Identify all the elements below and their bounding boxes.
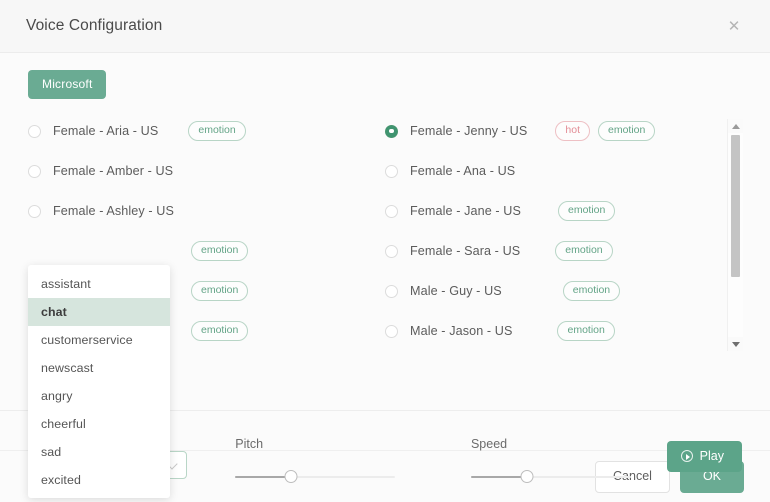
radio-icon[interactable] — [28, 165, 41, 178]
voice-label: Female - Ana - US — [410, 164, 515, 178]
emotion-badge[interactable]: emotion — [191, 281, 248, 301]
voice-option-row[interactable]: Male - Jason - US emotion — [385, 311, 742, 351]
radio-icon[interactable] — [385, 245, 398, 258]
voice-label: Female - Amber - US — [53, 164, 173, 178]
voice-label: Female - Sara - US — [410, 244, 520, 258]
play-icon — [681, 450, 693, 462]
voice-option-row[interactable]: Female - Jane - US emotion — [385, 191, 742, 231]
voice-option-row[interactable]: Female - Jenny - US hot emotion — [385, 111, 742, 151]
play-button[interactable]: Play — [667, 441, 742, 472]
badge-group: emotion — [188, 121, 245, 141]
dropdown-option-angry[interactable]: angry — [28, 382, 170, 410]
speed-slider-thumb[interactable] — [520, 470, 533, 483]
radio-icon[interactable] — [385, 165, 398, 178]
dropdown-option-assistant[interactable]: assistant — [28, 270, 170, 298]
badge-group: emotion — [191, 321, 248, 341]
voice-label: Female - Ashley - US — [53, 204, 174, 218]
emotion-badge[interactable]: emotion — [557, 321, 614, 341]
pitch-slider-thumb[interactable] — [285, 470, 298, 483]
dropdown-option-excited[interactable]: excited — [28, 466, 170, 494]
close-icon[interactable]: ✕ — [724, 16, 744, 36]
emotion-badge[interactable]: emotion — [188, 121, 245, 141]
dialog-header: Voice Configuration ✕ — [0, 0, 770, 53]
dropdown-option-cheerful[interactable]: cheerful — [28, 410, 170, 438]
emotion-badge[interactable]: emotion — [558, 201, 615, 221]
style-dropdown-menu[interactable]: assistant chat customerservice newscast … — [28, 265, 170, 498]
badge-group: emotion — [191, 241, 248, 261]
emotion-badge[interactable]: emotion — [191, 321, 248, 341]
dropdown-option-newscast[interactable]: newscast — [28, 354, 170, 382]
dropdown-option-sad[interactable]: sad — [28, 438, 170, 466]
voice-option-row[interactable]: Female - Aria - US emotion — [28, 111, 385, 151]
voice-option-row[interactable]: Female - Sara - US emotion — [385, 231, 742, 271]
voice-configuration-dialog: Voice Configuration ✕ Microsoft Female -… — [0, 0, 770, 502]
speed-control: Speed — [471, 411, 667, 484]
badge-group: emotion — [557, 321, 614, 341]
radio-icon[interactable] — [28, 125, 41, 138]
pitch-slider-fill — [235, 476, 291, 478]
badge-group: emotion — [555, 241, 612, 261]
radio-icon[interactable] — [385, 325, 398, 338]
page-title: Voice Configuration — [26, 17, 162, 35]
voice-column-right: Female - Jenny - US hot emotion Female -… — [385, 111, 742, 351]
tab-microsoft[interactable]: Microsoft — [28, 70, 106, 99]
emotion-badge[interactable]: emotion — [191, 241, 248, 261]
dropdown-option-customerservice[interactable]: customerservice — [28, 326, 170, 354]
pitch-slider[interactable] — [235, 470, 395, 484]
provider-tab-row: Microsoft — [0, 53, 770, 99]
emotion-badge[interactable]: emotion — [555, 241, 612, 261]
voice-label: Male - Jason - US — [410, 324, 512, 338]
badge-group: hot emotion — [555, 121, 655, 141]
scrollbar-thumb[interactable] — [731, 135, 740, 277]
play-button-label: Play — [700, 449, 724, 463]
speed-slider[interactable] — [471, 470, 631, 484]
dialog-body: Microsoft Female - Aria - US emotion F — [0, 53, 770, 450]
voice-list-scrollbar[interactable] — [727, 119, 742, 351]
voice-option-row[interactable]: Female - Ashley - US — [28, 191, 385, 231]
badge-group: emotion — [191, 281, 248, 301]
badge-group: emotion — [563, 281, 620, 301]
voice-label: Female - Jane - US — [410, 204, 521, 218]
voice-label: Male - Guy - US — [410, 284, 502, 298]
radio-icon[interactable] — [385, 125, 398, 138]
voice-option-row[interactable]: Female - Amber - US — [28, 151, 385, 191]
scrollbar-track[interactable] — [728, 133, 743, 337]
radio-icon[interactable] — [28, 205, 41, 218]
radio-icon[interactable] — [385, 205, 398, 218]
scroll-down-icon[interactable] — [728, 337, 743, 351]
voice-option-row[interactable]: Male - Guy - US emotion — [385, 271, 742, 311]
voice-label: Female - Jenny - US — [410, 124, 527, 138]
scroll-up-icon[interactable] — [728, 119, 743, 133]
emotion-badge[interactable]: emotion — [563, 281, 620, 301]
emotion-badge[interactable]: emotion — [598, 121, 655, 141]
voice-option-row[interactable]: Female - Ana - US — [385, 151, 742, 191]
speed-label: Speed — [471, 437, 667, 451]
hot-badge[interactable]: hot — [555, 121, 590, 141]
speed-slider-fill — [471, 476, 527, 478]
radio-icon[interactable] — [385, 285, 398, 298]
voice-label: Female - Aria - US — [53, 124, 158, 138]
pitch-label: Pitch — [235, 437, 431, 451]
play-button-wrap: Play — [667, 411, 742, 472]
dropdown-option-chat[interactable]: chat — [28, 298, 170, 326]
pitch-control: Pitch — [235, 411, 431, 484]
badge-group: emotion — [558, 201, 615, 221]
